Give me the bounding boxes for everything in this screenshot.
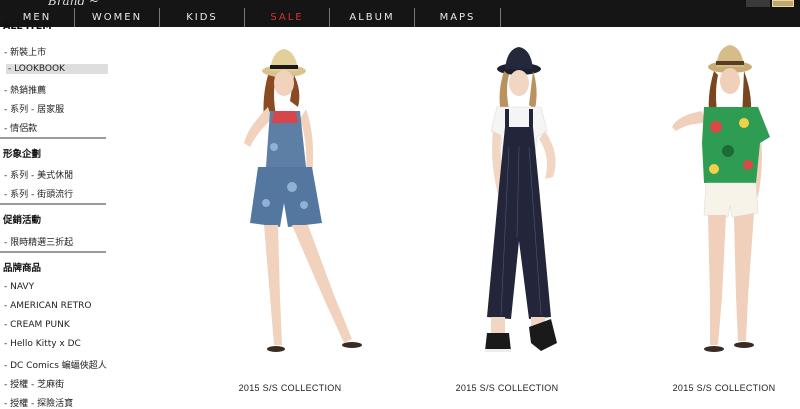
model-photo[interactable]: [401, 27, 613, 369]
section-title-brands: 品牌商品: [3, 263, 42, 274]
sidebar-item-street-style[interactable]: - 系列 - 街頭流行: [4, 187, 73, 200]
nav-sale[interactable]: SALE: [245, 8, 330, 27]
sidebar-item-lookbook[interactable]: - LOOKBOOK: [6, 64, 108, 74]
sidebar-item-new-arrivals[interactable]: - 新裝上市: [4, 45, 46, 58]
divider: [0, 137, 106, 139]
brand-logo[interactable]: Brand ~: [48, 0, 118, 6]
divider: [0, 251, 106, 253]
section-title-campaign: 形象企劃: [3, 149, 42, 160]
top-nav-bar: Brand ~ MEN WOMEN KIDS SALE ALBUM MAPS: [0, 0, 800, 27]
product-card[interactable]: 2015 S/S COLLECTION: [618, 27, 800, 400]
main-nav: MEN WOMEN KIDS SALE ALBUM MAPS: [0, 8, 501, 27]
product-caption[interactable]: 2015 S/S COLLECTION: [184, 383, 396, 393]
sidebar-item-couples[interactable]: - 情侶款: [4, 121, 37, 134]
nav-women[interactable]: WOMEN: [75, 8, 160, 27]
nav-album[interactable]: ALBUM: [330, 8, 415, 27]
section-title-promotions: 促銷活動: [3, 215, 42, 226]
sidebar-item-limited-sale[interactable]: - 限時精選三折起: [4, 235, 73, 248]
sidebar-item-american-retro[interactable]: - AMERICAN RETRO: [4, 301, 91, 311]
sidebar: ALL ITEM - 新裝上市 - LOOKBOOK - 熱銷推薦 - 系列 -…: [0, 21, 108, 409]
cart-icon[interactable]: [772, 0, 794, 7]
nav-kids[interactable]: KIDS: [160, 8, 245, 27]
sidebar-item-sesame-street[interactable]: - 授權 - 芝麻街: [4, 377, 64, 390]
product-caption[interactable]: 2015 S/S COLLECTION: [618, 383, 800, 393]
model-photo[interactable]: [618, 27, 800, 369]
model-photo[interactable]: [184, 27, 396, 369]
sidebar-cut-title-wrap: ALL ITEM: [3, 21, 52, 31]
product-caption[interactable]: 2015 S/S COLLECTION: [401, 383, 613, 393]
product-card[interactable]: 2015 S/S COLLECTION: [401, 27, 613, 400]
divider: [0, 203, 106, 205]
sidebar-item-dc-comics[interactable]: - DC Comics 蝙蝠俠超人: [4, 358, 107, 371]
product-card[interactable]: 2015 S/S COLLECTION: [184, 27, 396, 400]
sidebar-item-american-casual[interactable]: - 系列 - 美式休閒: [4, 168, 73, 181]
nav-maps[interactable]: MAPS: [415, 8, 501, 27]
sidebar-item-navy[interactable]: - NAVY: [4, 282, 34, 292]
sidebar-item-hello-kitty-dc[interactable]: - Hello Kitty x DC: [4, 339, 81, 349]
sidebar-item-cream-punk[interactable]: - CREAM PUNK: [4, 320, 70, 330]
lookbook-grid: 2015 S/S COLLECTION 2015 S/S COLLECTION …: [184, 27, 800, 400]
sidebar-item-homewear[interactable]: - 系列 - 居家服: [4, 102, 64, 115]
section-title-all-item: ALL ITEM: [3, 21, 52, 31]
sidebar-item-best-sellers[interactable]: - 熱銷推薦: [4, 83, 46, 96]
sidebar-item-adventure-time[interactable]: - 授權 - 探險活寶: [4, 396, 73, 409]
utility-link[interactable]: [746, 0, 770, 7]
